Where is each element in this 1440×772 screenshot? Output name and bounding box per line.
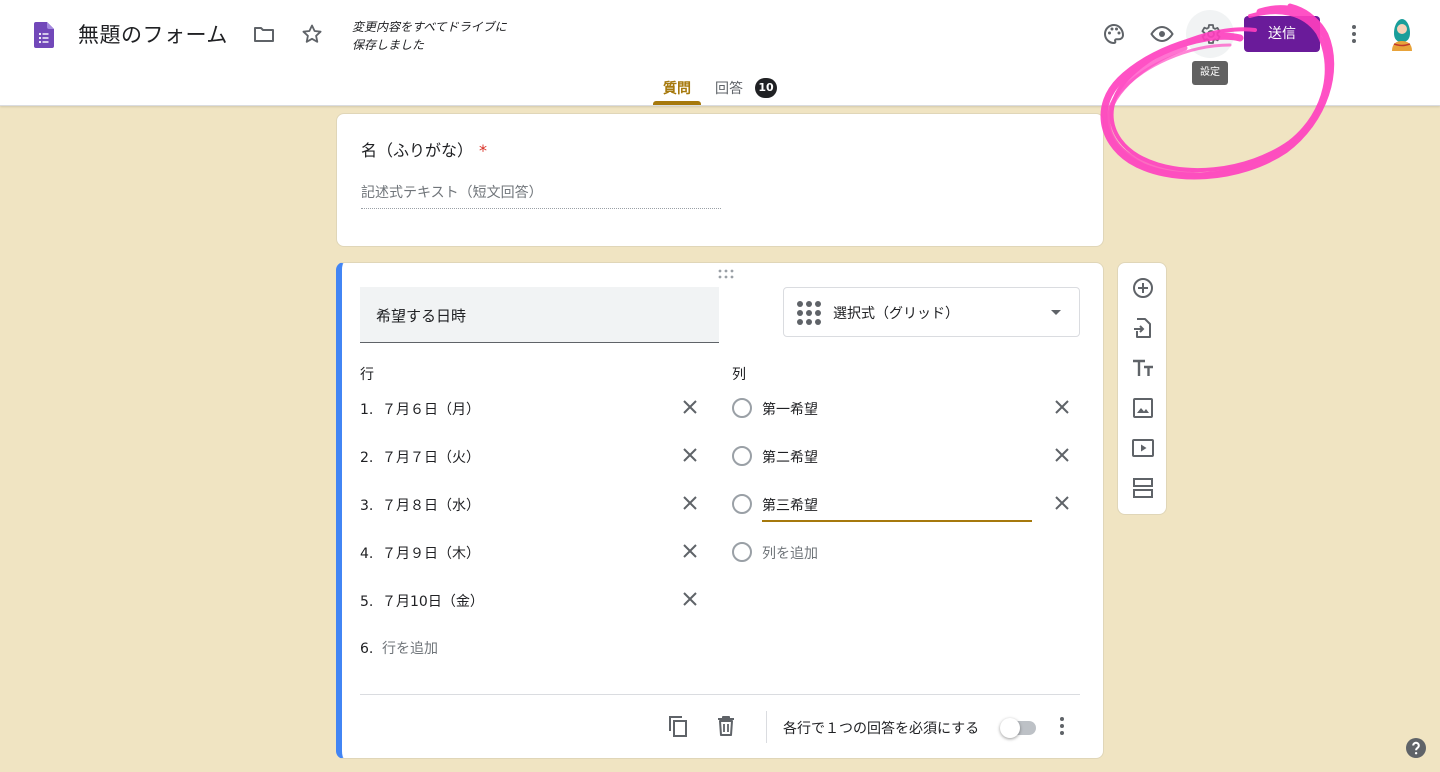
add-row-label: 行を追加 (382, 641, 438, 657)
responses-count-badge: 10 (755, 78, 777, 98)
row-option-4[interactable]: 4. ７月９日（木） (360, 543, 480, 567)
add-video-icon[interactable] (1131, 436, 1155, 460)
add-section-icon[interactable] (1131, 476, 1155, 500)
remove-column-close-icon[interactable] (1050, 491, 1074, 515)
send-button[interactable]: 送信 (1244, 16, 1320, 52)
tab-questions[interactable]: 質問 (654, 78, 700, 98)
help-icon[interactable] (1405, 737, 1427, 759)
add-title-icon[interactable] (1131, 356, 1155, 380)
question-card-grid[interactable]: 希望する日時 選択式（グリッド） 行 列 1. ７月６日（月） 2. ７月７日（火）… (336, 262, 1104, 759)
row-option-3[interactable]: 3. ７月８日（水） (360, 495, 480, 519)
row-option-2[interactable]: 2. ７月７日（火） (360, 447, 480, 471)
column-radio-icon (732, 494, 752, 514)
settings-gear-icon (1201, 24, 1221, 44)
row-label: ７月６日（月） (382, 402, 480, 418)
dropdown-arrow-icon (1051, 310, 1061, 315)
remove-column-close-icon[interactable] (1050, 395, 1074, 419)
question-more-vert-icon[interactable] (1050, 714, 1074, 738)
save-status: 変更内容をすべてドライブに 保存しました (352, 18, 507, 54)
column-option-1[interactable]: 第一希望 (762, 399, 818, 419)
row-label: ７月８日（水） (382, 498, 480, 514)
folder-icon[interactable] (252, 22, 276, 46)
settings-tooltip: 設定 (1192, 61, 1228, 85)
forms-app-icon[interactable] (34, 22, 54, 48)
add-question-icon[interactable] (1131, 276, 1155, 300)
side-toolbar (1117, 262, 1167, 515)
form-title[interactable]: 無題のフォーム (78, 19, 228, 49)
column-radio-icon (732, 446, 752, 466)
delete-trash-icon[interactable] (714, 714, 738, 738)
avatar[interactable] (1389, 17, 1415, 51)
row-label: ７月９日（木） (382, 546, 480, 562)
row-option-1[interactable]: 1. ７月６日（月） (360, 399, 480, 423)
drag-handle-icon[interactable] (716, 268, 736, 280)
require-toggle-thumb[interactable] (1000, 718, 1020, 738)
footer-divider (360, 694, 1080, 695)
short-answer-placeholder: 記述式テキスト（短文回答） (361, 182, 721, 209)
required-asterisk: * (479, 141, 488, 160)
save-status-line2: 保存しました (352, 38, 425, 52)
rows-header: 行 (360, 367, 374, 383)
palette-icon[interactable] (1102, 22, 1126, 46)
active-input-underline (762, 520, 1032, 522)
row-number: 6. (360, 641, 374, 657)
footer-separator (766, 711, 767, 743)
remove-row-close-icon[interactable] (678, 587, 702, 611)
row-number: 3. (360, 498, 374, 514)
question-title-text: 希望する日時 (376, 307, 467, 325)
duplicate-copy-icon[interactable] (666, 714, 690, 738)
row-label: ７月10日（金） (382, 594, 484, 610)
more-vert-icon[interactable] (1342, 22, 1366, 46)
active-tab-indicator (653, 101, 701, 105)
row-number: 2. (360, 450, 374, 466)
remove-row-close-icon[interactable] (678, 491, 702, 515)
row-label: ７月７日（火） (382, 450, 480, 466)
app-header: 無題のフォーム 変更内容をすべてドライブに 保存しました 設定 送信 質問 回答… (0, 0, 1440, 106)
question-type-select[interactable]: 選択式（グリッド） (783, 287, 1080, 337)
question-type-label: 選択式（グリッド） (833, 306, 959, 322)
question-card-furigana[interactable]: 名（ふりがな） * 記述式テキスト（短文回答） (336, 113, 1104, 247)
columns-header: 列 (732, 367, 746, 383)
column-option-2[interactable]: 第二希望 (762, 447, 818, 467)
remove-column-close-icon[interactable] (1050, 443, 1074, 467)
grid-type-icon (797, 301, 821, 325)
row-number: 5. (360, 594, 374, 610)
save-status-line1: 変更内容をすべてドライブに (352, 20, 507, 34)
add-image-icon[interactable] (1131, 396, 1155, 420)
column-option-3-input[interactable]: 第三希望 (762, 495, 818, 515)
question-title-text: 名（ふりがな） (361, 141, 474, 160)
star-icon[interactable] (300, 22, 324, 46)
column-radio-icon (732, 542, 752, 562)
remove-row-close-icon[interactable] (678, 395, 702, 419)
import-questions-icon[interactable] (1131, 316, 1155, 340)
row-number: 4. (360, 546, 374, 562)
row-option-5[interactable]: 5. ７月10日（金） (360, 591, 484, 615)
require-one-per-row-label: 各行で１つの回答を必須にする (783, 721, 980, 737)
remove-row-close-icon[interactable] (678, 539, 702, 563)
settings-button[interactable] (1186, 10, 1234, 58)
row-number: 1. (360, 402, 374, 418)
question-title: 名（ふりがな） * (361, 137, 487, 161)
add-row-option[interactable]: 6. 行を追加 (360, 638, 438, 662)
preview-eye-icon[interactable] (1150, 22, 1174, 46)
add-column-option[interactable]: 列を追加 (762, 543, 818, 563)
question-title-input[interactable]: 希望する日時 (360, 287, 719, 343)
column-radio-icon (732, 398, 752, 418)
remove-row-close-icon[interactable] (678, 443, 702, 467)
tab-responses[interactable]: 回答 (715, 78, 743, 98)
